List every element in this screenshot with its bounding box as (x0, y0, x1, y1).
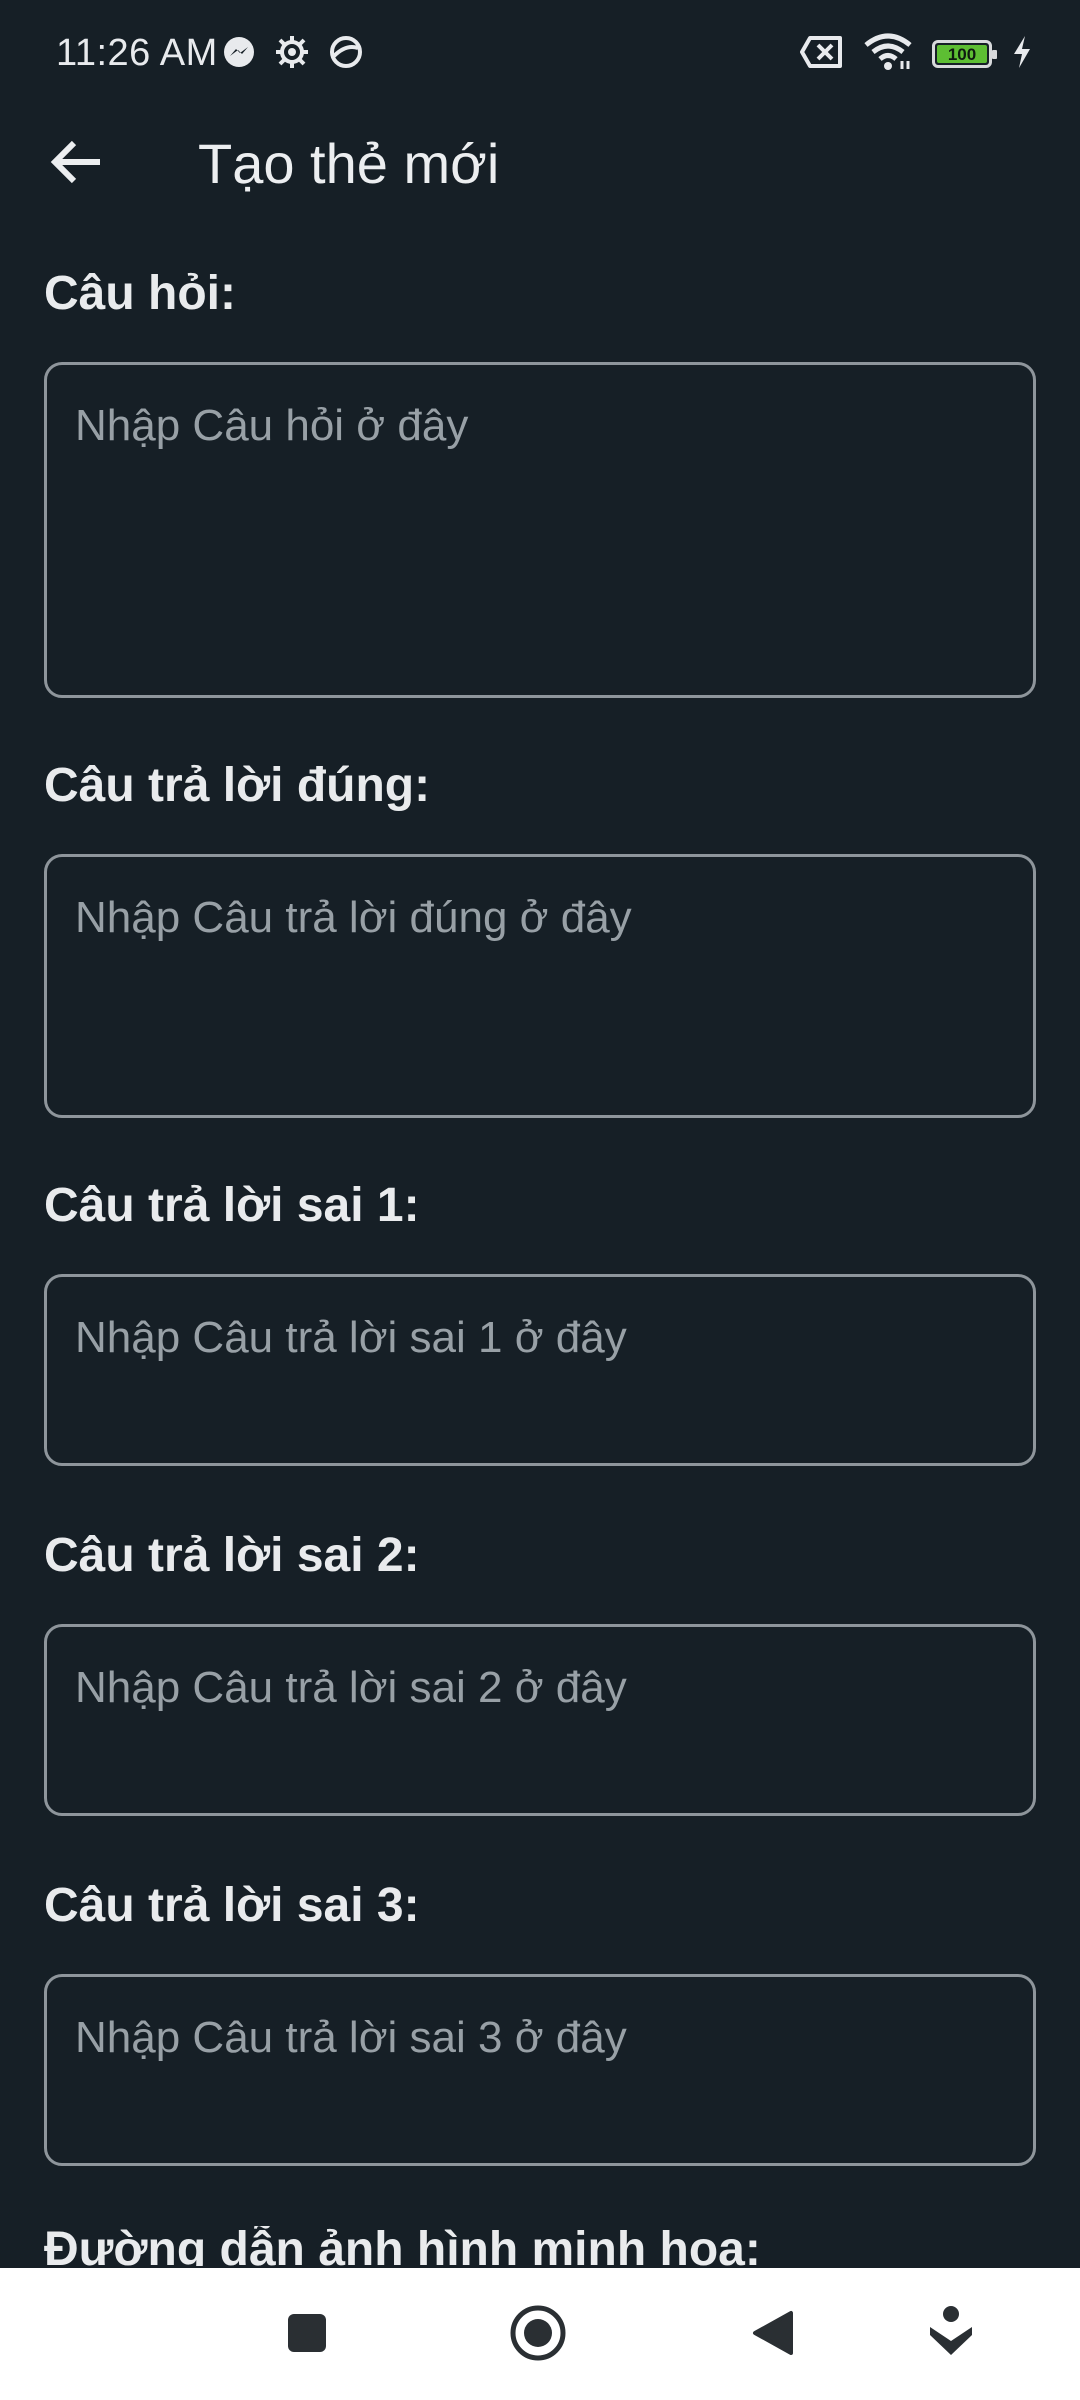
wrong-answer-3-input[interactable] (47, 1977, 1033, 2163)
wrong-answer-3-field[interactable] (44, 1974, 1036, 2166)
correct-answer-field[interactable] (44, 854, 1036, 1118)
assistant-icon (926, 2305, 976, 2366)
assistant-button[interactable] (916, 2300, 986, 2370)
status-bar: 11:26 AM 100 (0, 0, 1080, 110)
back-triangle-icon (751, 2309, 795, 2362)
wifi-icon (864, 33, 912, 76)
battery-tip (992, 50, 997, 59)
correct-answer-label: Câu trả lời đúng: (44, 759, 431, 812)
recents-button[interactable] (272, 2300, 342, 2370)
question-label: Câu hỏi: (44, 267, 236, 320)
wrong-answer-1-label: Câu trả lời sai 1: (44, 1179, 420, 1232)
home-button[interactable] (503, 2300, 573, 2370)
recents-square-icon (286, 2312, 328, 2359)
wrong-answer-1-field[interactable] (44, 1274, 1036, 1466)
wrong-answer-1-input[interactable] (47, 1277, 1033, 1463)
wrong-answer-2-field[interactable] (44, 1624, 1036, 1816)
status-right-icons: 100 (800, 30, 1032, 78)
wrong-answer-2-input[interactable] (47, 1627, 1033, 1813)
question-input[interactable] (47, 365, 1033, 695)
back-nav-button[interactable] (738, 2300, 808, 2370)
status-left-icons (222, 32, 364, 76)
vpn-globe-icon (328, 34, 364, 75)
wrong-answer-3-label: Câu trả lời sai 3: (44, 1879, 420, 1932)
home-circle-icon (508, 2303, 568, 2368)
image-path-label: Đường dẫn ảnh hình minh họa: (44, 2226, 761, 2266)
system-nav-bar (0, 2268, 1080, 2400)
question-field[interactable] (44, 362, 1036, 698)
status-time: 11:26 AM (56, 32, 218, 74)
page-title: Tạo thẻ mới (198, 132, 500, 195)
correct-answer-input[interactable] (47, 857, 1033, 1115)
messenger-icon (222, 35, 256, 74)
app-bar: Tạo thẻ mới (0, 110, 1080, 210)
image-path-label-text: Đường dẫn ảnh hình minh họa: (44, 2226, 761, 2266)
back-button[interactable] (40, 128, 112, 200)
battery-icon: 100 (932, 40, 997, 68)
settings-gear-icon (274, 34, 310, 75)
charging-bolt-icon (1012, 35, 1032, 74)
battery-level: 100 (937, 45, 987, 64)
wrong-answer-2-label: Câu trả lời sai 2: (44, 1529, 420, 1582)
sim-off-icon (800, 35, 844, 74)
arrow-left-icon (50, 139, 102, 190)
